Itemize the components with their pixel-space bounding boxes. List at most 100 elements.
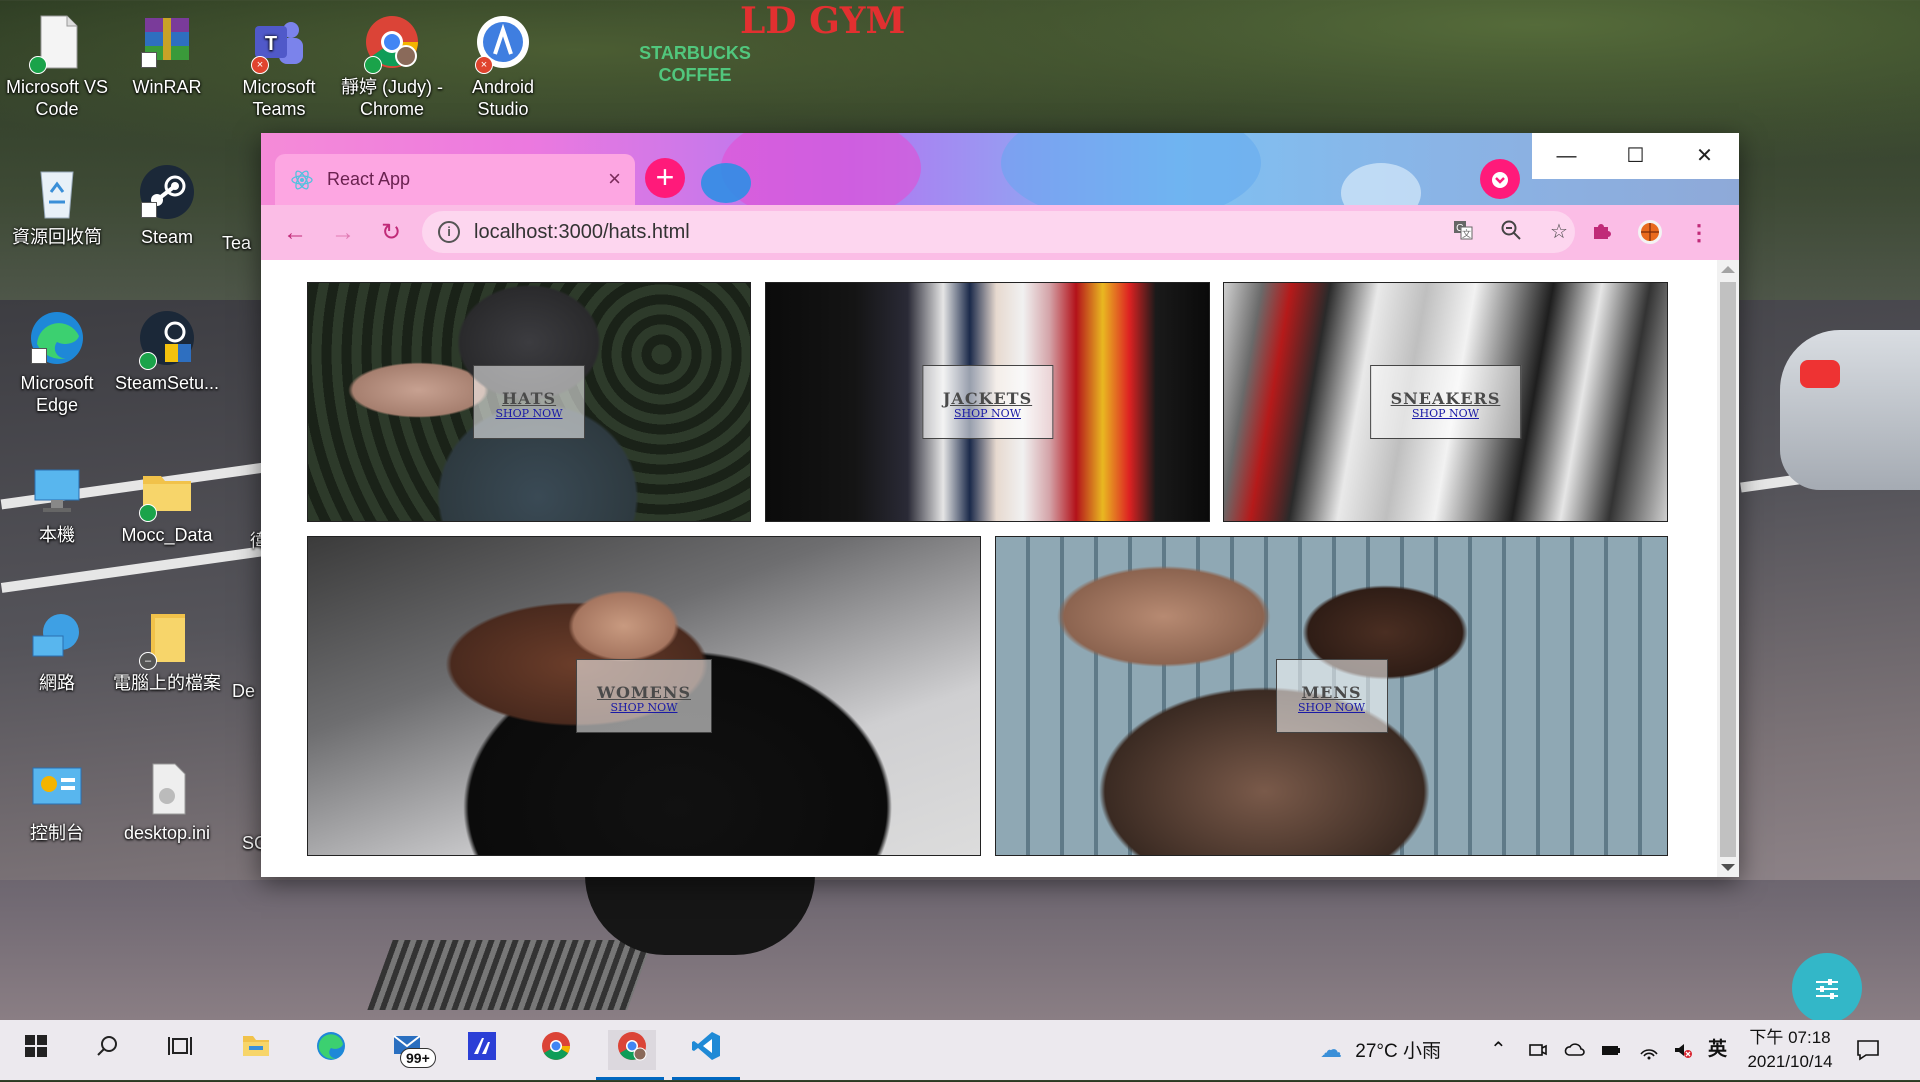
bookmark-star-icon[interactable]: ☆ [1546, 219, 1572, 245]
desktop-icon-teams[interactable]: T × Microsoft Teams [224, 12, 334, 120]
reload-button[interactable]: ↻ [373, 215, 409, 251]
desktop-icon-partial[interactable]: De [232, 680, 262, 702]
desktop-icon-winrar[interactable]: WinRAR [112, 12, 222, 98]
site-info-icon[interactable]: i [438, 221, 460, 243]
chrome-taskbar-button[interactable] [536, 1030, 576, 1070]
control-panel-icon [27, 758, 87, 818]
category-content[interactable]: WOMENS SHOP NOW [576, 659, 712, 733]
category-content[interactable]: JACKETS SHOP NOW [921, 365, 1054, 439]
desktop-icon-pc-files[interactable]: – 電腦上的檔案 [112, 608, 222, 694]
desktop-icon-edge[interactable]: Microsoft Edge [2, 308, 112, 416]
category-tile-jackets[interactable]: JACKETS SHOP NOW [765, 282, 1210, 522]
scrollbar-thumb[interactable] [1720, 282, 1736, 857]
desktop-icon-desktop-ini[interactable]: desktop.ini [112, 758, 222, 844]
desktop-icon-android-studio[interactable]: × Android Studio [448, 12, 558, 120]
desktop-icon-label: desktop.ini [123, 823, 211, 843]
category-title[interactable]: HATS [494, 390, 564, 408]
address-bar[interactable]: i localhost:3000/hats.html G文 ☆ [422, 211, 1575, 253]
folder-icon: – [137, 608, 197, 670]
search-button[interactable] [88, 1030, 128, 1070]
desktop-icon-vscode[interactable]: Microsoft VS Code [2, 12, 112, 120]
desktop-icon-recycle-bin[interactable]: 資源回收筒 [2, 162, 112, 248]
category-tile-womens[interactable]: WOMENS SHOP NOW [307, 536, 981, 856]
chrome-profile-taskbar-button[interactable] [608, 1030, 656, 1070]
category-tile-mens[interactable]: MENS SHOP NOW [995, 536, 1668, 856]
desktop-icon-steam-setup[interactable]: SteamSetu... [112, 308, 222, 394]
start-button[interactable] [16, 1030, 56, 1070]
address-url[interactable]: localhost:3000/hats.html [474, 221, 690, 244]
desktop-icon-control-panel[interactable]: 控制台 [2, 758, 112, 844]
desktop-icon-chrome-judy[interactable]: 靜婷 (Judy) - Chrome [337, 12, 447, 120]
tab-react-app[interactable]: React App × [275, 154, 635, 205]
back-button[interactable]: ← [277, 215, 313, 251]
shop-now-link[interactable]: SHOP NOW [494, 408, 564, 420]
scroll-down-arrow-icon[interactable] [1721, 864, 1735, 871]
desktop-icon-this-pc[interactable]: 本機 [2, 460, 112, 546]
edge-icon [27, 308, 87, 368]
category-title[interactable]: MENS [1297, 684, 1367, 702]
this-pc-icon [27, 460, 87, 520]
desktop-icon-label: WinRAR [132, 77, 202, 97]
tray-overflow-chevron-icon[interactable]: ⌃ [1490, 1020, 1507, 1080]
category-content[interactable]: HATS SHOP NOW [473, 365, 585, 439]
weather-widget[interactable]: ☁ 27°C 小雨 [1320, 1020, 1441, 1080]
battery-icon[interactable] [1600, 1020, 1622, 1080]
desktop-icon-partial[interactable]: Tea [222, 232, 262, 254]
category-title[interactable]: SNEAKERS [1391, 390, 1501, 408]
meet-now-icon[interactable] [1528, 1020, 1548, 1080]
scroll-up-arrow-icon[interactable] [1721, 266, 1735, 273]
tab-close-icon[interactable]: × [608, 166, 621, 192]
onedrive-cloud-icon[interactable] [1564, 1020, 1586, 1080]
desktop-icon-partial[interactable]: SC [242, 832, 267, 854]
file-explorer-button[interactable] [236, 1030, 276, 1070]
page-scrollbar[interactable] [1717, 260, 1739, 877]
page-viewport: HATS SHOP NOW JACKETS SHOP NOW SNEAKERS … [261, 260, 1717, 877]
shop-now-link[interactable]: SHOP NOW [943, 408, 1032, 420]
input-method-indicator[interactable]: 英 [1708, 1020, 1727, 1080]
system-clock[interactable]: 下午 07:18 2021/10/14 [1740, 1026, 1840, 1074]
minimize-button[interactable]: — [1532, 133, 1601, 179]
shop-now-link[interactable]: SHOP NOW [1297, 702, 1367, 714]
edge-taskbar-button[interactable] [311, 1030, 351, 1070]
search-icon [95, 1035, 121, 1065]
zoom-out-icon[interactable] [1498, 219, 1524, 245]
mail-button[interactable]: 99+ [388, 1030, 436, 1070]
settings-sliders-button[interactable] [1792, 953, 1862, 1023]
mail-badge: 99+ [400, 1048, 436, 1068]
translate-icon[interactable]: G文 [1450, 219, 1476, 245]
profile-avatar-icon[interactable] [1636, 219, 1664, 247]
category-tile-sneakers[interactable]: SNEAKERS SHOP NOW [1223, 282, 1668, 522]
close-window-button[interactable]: ✕ [1670, 133, 1739, 179]
wifi-icon[interactable] [1638, 1020, 1660, 1080]
tab-search-button[interactable] [1480, 159, 1520, 199]
notification-center-icon[interactable] [1856, 1020, 1880, 1080]
visual-studio-button[interactable] [462, 1030, 502, 1070]
chrome-icon [540, 1032, 572, 1068]
theme-decoration [1341, 163, 1421, 205]
theme-decoration [1001, 133, 1261, 205]
shop-now-link[interactable]: SHOP NOW [597, 702, 691, 714]
svg-text:T: T [265, 33, 277, 55]
category-tile-hats[interactable]: HATS SHOP NOW [307, 282, 751, 522]
menu-kebab-icon[interactable]: ⋮ [1685, 219, 1713, 247]
desktop-icon-network[interactable]: 網路 [2, 608, 112, 694]
task-view-button[interactable] [160, 1030, 200, 1070]
new-tab-button[interactable]: + [645, 158, 685, 198]
desktop-icon-mocc-data[interactable]: Mocc_Data [112, 460, 222, 546]
wallpaper-gym-sign: LD GYM [740, 0, 906, 42]
desktop-icon-steam[interactable]: Steam [112, 162, 222, 248]
category-title[interactable]: JACKETS [943, 390, 1032, 408]
browser-toolbar: ← → ↻ i localhost:3000/hats.html G文 ☆ ⋮ [261, 205, 1739, 260]
category-content[interactable]: SNEAKERS SHOP NOW [1369, 365, 1522, 439]
volume-muted-icon[interactable] [1672, 1020, 1694, 1080]
vscode-taskbar-button[interactable] [686, 1030, 726, 1070]
category-title[interactable]: WOMENS [597, 684, 691, 702]
desktop-icon-label: 靜婷 (Judy) - Chrome [340, 77, 443, 119]
forward-button[interactable]: → [325, 215, 361, 251]
arrow-right-icon: → [331, 219, 355, 246]
extensions-icon[interactable] [1587, 219, 1615, 247]
category-content[interactable]: MENS SHOP NOW [1275, 659, 1388, 733]
maximize-button[interactable]: ☐ [1601, 133, 1670, 179]
browser-titlebar[interactable]: React App × + — ☐ ✕ [261, 133, 1739, 205]
shop-now-link[interactable]: SHOP NOW [1391, 408, 1501, 420]
